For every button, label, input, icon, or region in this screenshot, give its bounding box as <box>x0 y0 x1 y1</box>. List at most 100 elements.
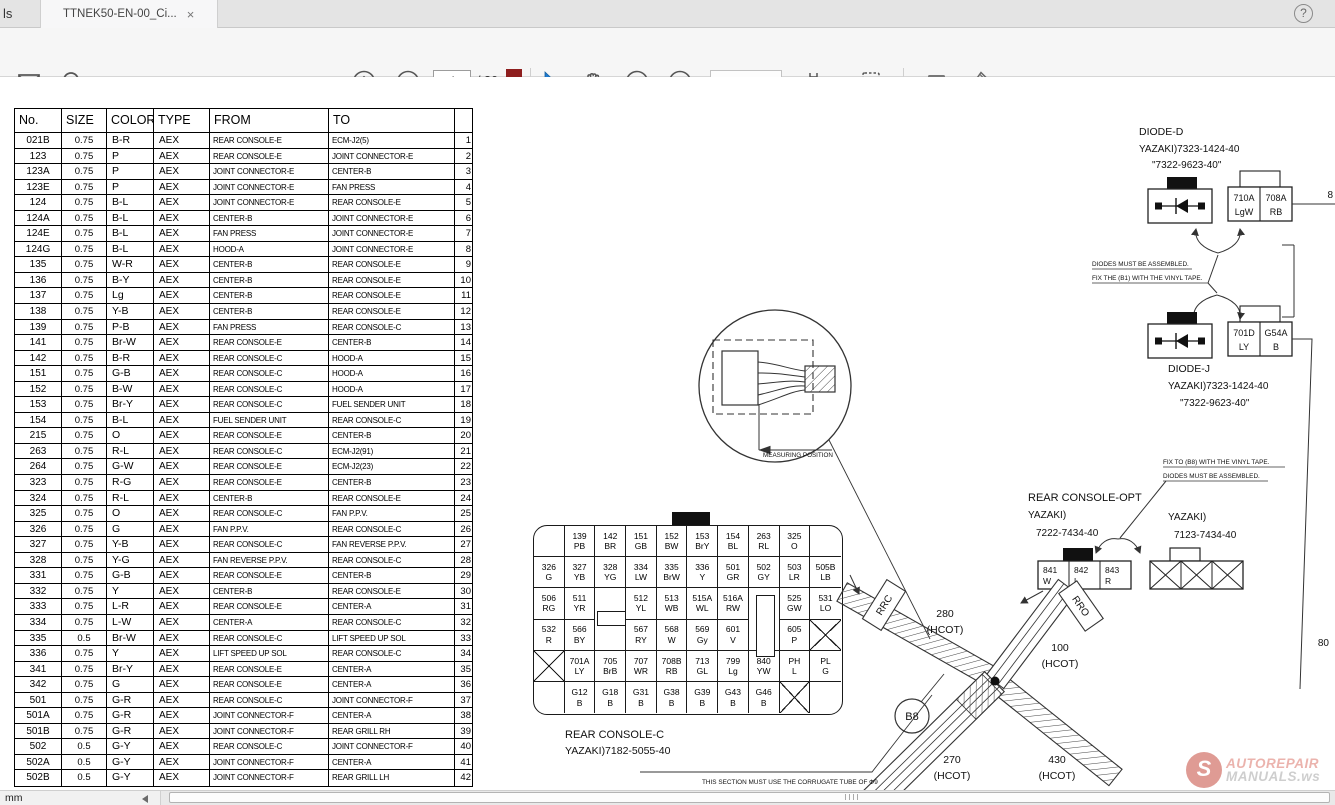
table-cell: CENTER-A <box>210 615 329 631</box>
toolbar: / 26 100% <box>0 28 1335 77</box>
table-cell: AEX <box>154 149 210 165</box>
table-cell: AEX <box>154 755 210 771</box>
table-cell: REAR CONSOLE-E <box>210 428 329 444</box>
table-cell: 0.75 <box>62 662 107 678</box>
wire-number-cut: 8 <box>1327 190 1333 201</box>
table-cell: REAR CONSOLE-E <box>329 273 455 289</box>
table-cell: REAR CONSOLE-C <box>329 615 455 631</box>
table-cell: 0.75 <box>62 522 107 538</box>
table-cell: REAR CONSOLE-C <box>329 413 455 429</box>
connector-pin-cell: G12B <box>565 682 596 713</box>
table-cell: REAR CONSOLE-E <box>210 677 329 693</box>
connector-pin-cell: 707WR <box>626 651 657 682</box>
table-cell: AEX <box>154 693 210 709</box>
table-cell: 0.5 <box>62 631 107 647</box>
table-cell: 334 <box>15 615 62 631</box>
pdf-viewer-window: ls TTNEK50-EN-00_Ci... × ? / 26 <box>0 0 1335 805</box>
rear-console-opt-title: REAR CONSOLE-OPT <box>1028 492 1142 504</box>
table-cell: 0.75 <box>62 304 107 320</box>
table-cell: AEX <box>154 288 210 304</box>
connector-pin-cell: 501GR <box>718 557 749 588</box>
horizontal-scrollbar-thumb[interactable] <box>169 792 1330 803</box>
table-cell: 12 <box>455 304 472 320</box>
table-cell: AEX <box>154 646 210 662</box>
table-cell: CENTER-A <box>329 662 455 678</box>
table-cell: REAR CONSOLE-C <box>210 506 329 522</box>
table-cell: AEX <box>154 615 210 631</box>
table-cell: 0.75 <box>62 708 107 724</box>
table-cell: R-G <box>107 475 154 491</box>
table-header: SIZE <box>62 109 107 133</box>
connector-pin-cell: G46B <box>749 682 780 713</box>
connector-pin-cell: 328YG <box>595 557 626 588</box>
table-cell: REAR CONSOLE-E <box>210 599 329 615</box>
connector-pin-cell: 154BL <box>718 526 749 557</box>
table-cell: O <box>107 506 154 522</box>
unit-label: mm <box>5 792 23 804</box>
table-cell: 0.5 <box>62 770 107 786</box>
table-cell: 0.75 <box>62 646 107 662</box>
maker-label: YAZAKI) <box>1028 510 1066 521</box>
table-cell: 0.75 <box>62 164 107 180</box>
table-cell: AEX <box>154 537 210 553</box>
table-cell: 7 <box>455 226 472 242</box>
tab-title: TTNEK50-EN-00_Ci... <box>63 8 177 20</box>
table-cell: HOOD-A <box>210 242 329 258</box>
table-header: No. <box>15 109 62 133</box>
table-cell: 333 <box>15 599 62 615</box>
help-icon[interactable]: ? <box>1294 4 1313 23</box>
table-cell: R-L <box>107 491 154 507</box>
table-cell: 0.75 <box>62 506 107 522</box>
table-cell: REAR CONSOLE-C <box>210 382 329 398</box>
table-cell: ECM-J2(23) <box>329 459 455 475</box>
horizontal-scrollbar-track[interactable] <box>160 791 1335 805</box>
tab-close-icon[interactable]: × <box>187 8 195 21</box>
table-cell: AEX <box>154 180 210 196</box>
table-cell: CENTER-B <box>329 568 455 584</box>
connector-pin-cell: PHL <box>780 651 811 682</box>
table-cell: 36 <box>455 677 472 693</box>
table-cell: FAN P.P.V. <box>329 506 455 522</box>
table-cell: CENTER-B <box>210 491 329 507</box>
pin-label: 843 <box>1105 565 1119 575</box>
scrollbar-grip[interactable] <box>845 794 861 800</box>
table-cell: 0.75 <box>62 615 107 631</box>
table-cell: 26 <box>455 522 472 538</box>
rear-console-opt-connector <box>1038 539 1243 589</box>
table-cell: 502 <box>15 739 62 755</box>
table-cell: G-Y <box>107 770 154 786</box>
table-cell: 0.75 <box>62 693 107 709</box>
table-cell: Br-Y <box>107 397 154 413</box>
tube-type-label: (HCOT) <box>934 770 971 782</box>
table-header: TO <box>329 109 455 133</box>
table-cell: 151 <box>15 366 62 382</box>
document-page: No.SIZECOLORTYPEFROMTO021B0.75B-RAEXREAR… <box>0 77 1335 790</box>
table-cell: 23 <box>455 475 472 491</box>
connector-pin-cell <box>534 526 565 557</box>
table-cell: AEX <box>154 273 210 289</box>
table-cell: 0.75 <box>62 459 107 475</box>
table-cell: FUEL SENDER UNIT <box>210 413 329 429</box>
table-cell: JOINT CONNECTOR-F <box>329 739 455 755</box>
table-cell: G-W <box>107 459 154 475</box>
table-cell: AEX <box>154 506 210 522</box>
document-tab[interactable]: TTNEK50-EN-00_Ci... × <box>40 0 218 28</box>
watermark-line1: AUTOREPAIR <box>1226 757 1320 771</box>
table-cell: 123E <box>15 180 62 196</box>
scroll-left-arrow[interactable] <box>142 795 148 803</box>
table-cell: 32 <box>455 615 472 631</box>
table-cell: REAR CONSOLE-C <box>210 739 329 755</box>
table-cell: 3 <box>455 164 472 180</box>
table-cell: REAR CONSOLE-E <box>210 568 329 584</box>
table-cell: REAR CONSOLE-C <box>329 522 455 538</box>
table-cell: AEX <box>154 662 210 678</box>
table-cell: L-R <box>107 599 154 615</box>
table-cell: 11 <box>455 288 472 304</box>
table-cell: REAR CONSOLE-E <box>329 195 455 211</box>
table-cell: O <box>107 428 154 444</box>
table-cell: 22 <box>455 459 472 475</box>
table-cell: P <box>107 149 154 165</box>
diode-j-part: YAZAKI)7323-1424-40 <box>1168 381 1269 392</box>
table-cell: G-B <box>107 366 154 382</box>
table-cell: W-R <box>107 257 154 273</box>
